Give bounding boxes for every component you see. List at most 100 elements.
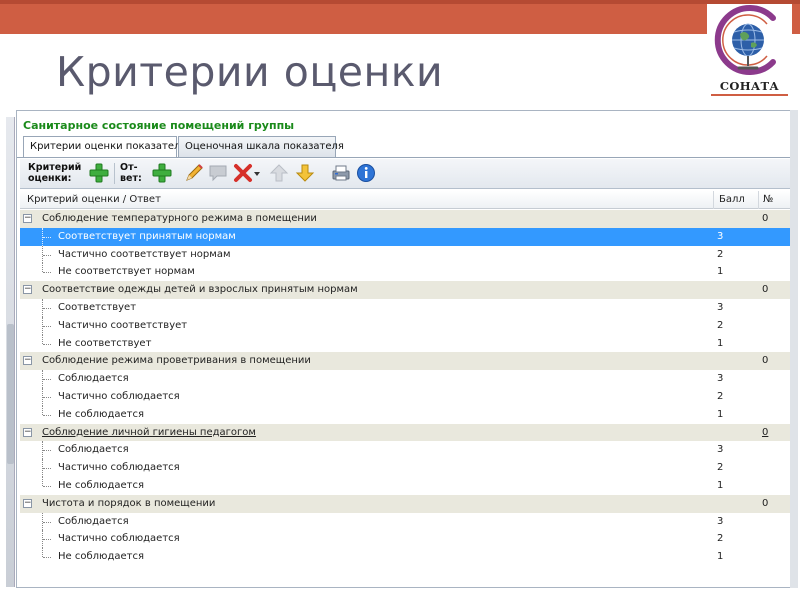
collapse-toggle-icon[interactable]: − (23, 285, 32, 295)
tree-connector (42, 405, 43, 415)
column-header-score[interactable]: Балл (719, 194, 745, 205)
tab-rating-scale[interactable]: Оценочная шкала показателя (178, 136, 344, 157)
answer-text: Соблюдается (58, 444, 129, 456)
answer-row[interactable]: Не соответствует нормам 1 (20, 263, 793, 281)
answer-row[interactable]: Не соблюдается 1 (20, 405, 793, 424)
slide-top-bar-edge (0, 0, 800, 4)
group-row[interactable]: − Соблюдение режима проветривания в помещ… (20, 352, 793, 371)
comment-icon[interactable] (207, 162, 229, 184)
group-row[interactable]: − Соблюдение температурного режима в поме… (20, 210, 793, 228)
answer-text: Частично соблюдается (58, 462, 180, 474)
edit-pencil-icon[interactable] (183, 162, 205, 184)
answer-text: Не соответствует нормам (58, 266, 195, 278)
answer-score: 1 (717, 337, 724, 349)
group-number: 0 (762, 426, 769, 438)
group-number: 0 (762, 213, 769, 224)
answer-score: 1 (717, 266, 724, 278)
answer-text: Соблюдается (58, 515, 129, 527)
criterion-label-line2: оценки: (28, 173, 72, 184)
column-header-number[interactable]: № (763, 194, 773, 205)
column-divider (758, 191, 759, 209)
group-row[interactable]: − Чистота и порядок в помещении 0 (20, 494, 793, 513)
answer-row[interactable]: Соответствует 3 (20, 298, 793, 317)
sonata-logo: СОНАТА (707, 4, 792, 96)
tab-divider (17, 157, 796, 158)
tree-connector (43, 272, 51, 274)
answer-text: Соответствует (58, 301, 137, 313)
app-window: Санитарное состояние помещений группы Кр… (16, 110, 797, 588)
slide-title: Критерии оценки (56, 48, 444, 96)
answer-row[interactable]: Не соблюдается 1 (20, 548, 793, 566)
answer-row[interactable]: Соблюдается 3 (20, 512, 793, 531)
window-title: Санитарное состояние помещений группы (23, 119, 295, 132)
add-answer-icon[interactable] (151, 162, 173, 184)
right-edge-strip (790, 110, 798, 588)
tree-connector (43, 396, 51, 398)
answer-text: Не соблюдается (58, 479, 144, 491)
answer-label: От- вет: (120, 162, 142, 184)
group-row[interactable]: − Соответствие одежды детей и взрослых пр… (20, 281, 793, 299)
answer-row[interactable]: Частично соответствует 2 (20, 316, 793, 335)
move-down-icon[interactable] (294, 162, 316, 184)
answer-text: Частично соблюдается (58, 533, 180, 545)
answer-row[interactable]: Частично соблюдается 2 (20, 530, 793, 549)
answer-score: 3 (717, 301, 724, 313)
answer-row[interactable]: Частично соблюдается 2 (20, 459, 793, 477)
answer-label-line1: От- (120, 162, 138, 173)
answer-score: 1 (717, 408, 724, 420)
answer-score: 3 (717, 230, 724, 242)
answer-score: 2 (717, 248, 724, 260)
tree-connector (42, 263, 43, 273)
tree-connector (43, 254, 51, 256)
tree-connector (43, 539, 51, 541)
answer-row[interactable]: Соблюдается 3 (20, 370, 793, 388)
answer-text: Не соблюдается (58, 551, 144, 563)
tree-connector (43, 414, 51, 416)
group-number: 0 (762, 355, 769, 367)
answer-row[interactable]: Частично соответствует нормам 2 (20, 245, 793, 264)
answer-text: Не соответствует (58, 337, 152, 349)
criterion-label: Критерий оценки: (28, 162, 81, 184)
tree-connector (43, 450, 51, 452)
answer-label-line2: вет: (120, 173, 142, 184)
answer-score: 2 (717, 533, 724, 545)
answer-row[interactable]: Не соответствует 1 (20, 334, 793, 353)
tree-connector (43, 236, 51, 238)
delete-icon[interactable] (232, 162, 254, 184)
info-icon[interactable] (355, 162, 377, 184)
collapse-toggle-icon[interactable]: − (23, 427, 32, 437)
collapse-toggle-icon[interactable]: − (23, 214, 32, 223)
column-divider (713, 191, 714, 209)
grid-body: − Соблюдение температурного режима в поме… (20, 210, 793, 566)
collapse-toggle-icon[interactable]: − (23, 356, 32, 366)
column-header-criterion[interactable]: Критерий оценки / Ответ (27, 194, 161, 205)
tab-criteria[interactable]: Критерии оценки показателя (23, 136, 186, 158)
answer-text: Соблюдается (58, 373, 129, 385)
tree-connector (43, 379, 51, 381)
answer-score: 1 (717, 479, 724, 491)
group-name: Соблюдение температурного режима в помещ… (42, 213, 317, 224)
tree-connector (42, 548, 43, 558)
print-icon[interactable] (330, 162, 352, 184)
answer-score: 1 (717, 551, 724, 563)
grid-header: Критерий оценки / Ответ Балл № (20, 191, 793, 209)
answer-row[interactable]: Частично соблюдается 2 (20, 387, 793, 406)
answer-row[interactable]: Соблюдается 3 (20, 441, 793, 460)
tree-connector (43, 521, 51, 523)
criterion-label-line1: Критерий (28, 162, 82, 173)
slide-top-bar (0, 0, 800, 34)
answer-text: Частично соблюдается (58, 390, 180, 402)
answer-row[interactable]: Не соблюдается 1 (20, 476, 793, 495)
move-up-icon[interactable] (268, 162, 290, 184)
left-scroll-thumb[interactable] (7, 324, 14, 464)
collapse-toggle-icon[interactable]: − (23, 498, 32, 508)
answer-score: 3 (717, 444, 724, 456)
answer-score: 3 (717, 373, 724, 385)
add-criterion-icon[interactable] (88, 162, 110, 184)
group-row[interactable]: − Соблюдение личной гигиены педагогом 0 (20, 423, 793, 442)
dropdown-arrow-icon[interactable] (252, 162, 262, 184)
tree-connector (42, 334, 43, 344)
tree-connector (42, 476, 43, 486)
toolbar-separator (114, 163, 115, 184)
answer-row-selected[interactable]: Соответствует принятым нормам 3 (20, 227, 793, 246)
